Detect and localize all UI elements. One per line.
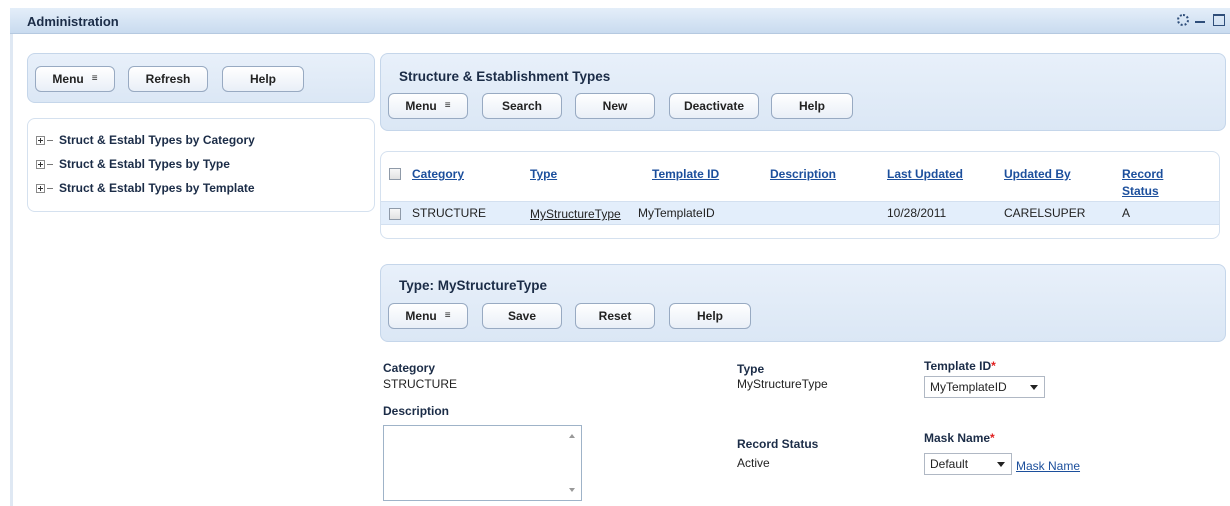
mask-name-selected: Default [930, 457, 969, 471]
description-textarea[interactable] [383, 425, 582, 501]
record-status-label: Record Status [737, 437, 819, 451]
category-label: Category [383, 361, 436, 375]
dropdown-arrow-icon [997, 462, 1005, 467]
type-value: MyStructureType [737, 377, 828, 391]
detail-toolbar-panel: Type: MyStructureType Menu ≡ Save Reset H… [380, 264, 1226, 342]
mask-name-link[interactable]: Mask Name [1016, 459, 1080, 473]
column-header-last-updated[interactable]: Last Updated [887, 166, 963, 183]
tree-item-label: Struct & Establ Types by Template [59, 181, 255, 195]
deactivate-button[interactable]: Deactivate [669, 93, 759, 119]
column-header-status: Status [1122, 184, 1159, 198]
template-id-select[interactable]: MyTemplateID [924, 376, 1045, 398]
list-help-button[interactable]: Help [771, 93, 853, 119]
template-id-label-text: Template ID [924, 359, 992, 373]
detail-menu-label: Menu [405, 309, 437, 323]
menu-caret-icon: ≡ [444, 100, 451, 111]
list-toolbar-panel: Structure & Establishment Types Menu ≡ Se… [380, 53, 1226, 131]
scroll-down-icon[interactable] [569, 488, 575, 492]
reset-button[interactable]: Reset [575, 303, 655, 329]
expand-icon[interactable] [36, 159, 45, 169]
cell-type-link[interactable]: MyStructureType [530, 207, 621, 221]
window-controls [1176, 13, 1225, 26]
window-title: Administration [27, 14, 119, 29]
description-label: Description [383, 404, 450, 418]
column-header-template-id[interactable]: Template ID [652, 166, 719, 183]
cell-category: STRUCTURE [412, 206, 486, 220]
expand-icon[interactable] [36, 183, 45, 193]
type-label: Type [737, 362, 765, 376]
expand-icon[interactable] [36, 135, 45, 145]
mask-name-label: Mask Name* [924, 431, 995, 445]
list-panel-title: Structure & Establishment Types [399, 69, 611, 84]
select-all-checkbox[interactable] [389, 168, 401, 180]
minimize-icon[interactable] [1194, 13, 1206, 25]
column-header-description[interactable]: Description [770, 166, 836, 183]
save-button[interactable]: Save [482, 303, 562, 329]
detail-menu-button[interactable]: Menu ≡ [388, 303, 468, 329]
category-value: STRUCTURE [383, 377, 457, 391]
required-marker: * [990, 431, 995, 445]
results-table: Category Type Template ID Description La… [380, 151, 1220, 239]
new-button[interactable]: New [575, 93, 655, 119]
cell-record-status: A [1122, 206, 1131, 220]
mask-name-label-text: Mask Name [924, 431, 991, 445]
column-header-type[interactable]: Type [530, 166, 557, 183]
column-header-record-status[interactable]: Record Status [1122, 166, 1163, 200]
tree-item-category[interactable]: Struct & Establ Types by Category [36, 133, 255, 147]
dropdown-arrow-icon [1030, 385, 1038, 390]
mask-name-select[interactable]: Default [924, 453, 1012, 475]
tree-panel: Struct & Establ Types by Category Struct… [27, 118, 375, 212]
template-id-label: Template ID* [924, 359, 996, 373]
window-title-bar: Administration [10, 8, 1230, 34]
left-menu-label: Menu [52, 72, 84, 86]
tree-item-label: Struct & Establ Types by Category [59, 133, 255, 147]
search-button[interactable]: Search [482, 93, 562, 119]
row-checkbox[interactable] [389, 208, 401, 220]
left-help-button[interactable]: Help [222, 66, 304, 92]
menu-caret-icon: ≡ [444, 310, 451, 321]
list-menu-button[interactable]: Menu ≡ [388, 93, 468, 119]
tree-item-type[interactable]: Struct & Establ Types by Type [36, 157, 230, 171]
column-header-record: Record [1122, 167, 1164, 181]
menu-caret-icon: ≡ [91, 73, 98, 84]
refresh-button[interactable]: Refresh [128, 66, 208, 92]
column-header-category[interactable]: Category [412, 166, 464, 183]
detail-help-button[interactable]: Help [669, 303, 751, 329]
left-toolbar: Menu ≡ Refresh Help [27, 53, 375, 103]
record-status-value: Active [737, 456, 770, 470]
cell-last-updated: 10/28/2011 [887, 206, 947, 220]
cell-template-id: MyTemplateID [638, 206, 715, 220]
maximize-icon[interactable] [1212, 13, 1225, 26]
list-menu-label: Menu [405, 99, 437, 113]
scroll-up-icon[interactable] [569, 434, 575, 438]
table-row[interactable]: STRUCTURE MyStructureType MyTemplateID 1… [381, 201, 1219, 225]
settings-icon[interactable] [1176, 13, 1189, 26]
left-border [10, 34, 13, 506]
left-menu-button[interactable]: Menu ≡ [35, 66, 115, 92]
cell-updated-by: CARELSUPER [1004, 206, 1086, 220]
tree-item-template[interactable]: Struct & Establ Types by Template [36, 181, 255, 195]
required-marker: * [991, 359, 996, 373]
detail-panel-title: Type: MyStructureType [399, 278, 548, 293]
template-id-selected: MyTemplateID [930, 380, 1007, 394]
column-header-updated-by[interactable]: Updated By [1004, 166, 1071, 183]
tree-item-label: Struct & Establ Types by Type [59, 157, 230, 171]
